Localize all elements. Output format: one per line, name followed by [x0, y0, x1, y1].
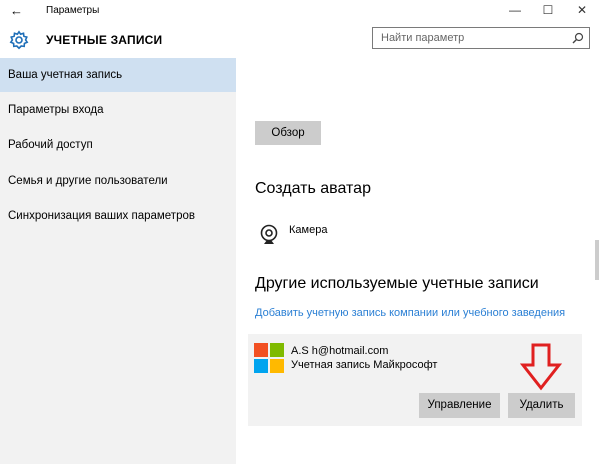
window-title: Параметры — [46, 5, 100, 16]
browse-button[interactable]: Обзор — [255, 121, 321, 145]
microsoft-logo-icon — [254, 343, 284, 373]
account-email: A.S h@hotmail.com — [291, 345, 389, 357]
camera-icon[interactable] — [259, 224, 279, 246]
create-avatar-heading: Создать аватар — [255, 180, 371, 197]
delete-button[interactable]: Удалить — [508, 393, 575, 418]
sidebar-item-your-account[interactable]: Ваша учетная запись — [0, 58, 236, 92]
sidebar-item-label: Рабочий доступ — [8, 139, 93, 151]
sidebar-item-sign-in-options[interactable]: Параметры входа — [0, 93, 236, 127]
back-arrow-icon[interactable]: ← — [10, 3, 23, 18]
scrollbar[interactable] — [595, 240, 599, 280]
gear-icon — [9, 30, 29, 50]
search-placeholder: Найти параметр — [381, 32, 465, 44]
sidebar-item-label: Синхронизация ваших параметров — [8, 210, 195, 222]
sidebar-item-label: Семья и другие пользователи — [8, 175, 168, 187]
section-title: УЧЕТНЫЕ ЗАПИСИ — [46, 33, 163, 47]
sidebar-item-sync-settings[interactable]: Синхронизация ваших параметров — [0, 199, 236, 233]
search-input[interactable]: Найти параметр — [372, 27, 590, 49]
sidebar-item-family-users[interactable]: Семья и другие пользователи — [0, 164, 236, 198]
add-work-account-link[interactable]: Добавить учетную запись компании или уче… — [255, 307, 565, 319]
sidebar-item-label: Ваша учетная запись — [8, 69, 123, 81]
arrow-down-annotation-icon — [520, 343, 562, 391]
minimize-icon[interactable]: — — [505, 3, 525, 17]
title-bar: ← Параметры — ☐ ✕ — [0, 0, 600, 22]
sidebar: Ваша учетная запись Параметры входа Рабо… — [0, 58, 236, 464]
camera-label[interactable]: Камера — [289, 224, 327, 236]
sidebar-item-work-access[interactable]: Рабочий доступ — [0, 128, 236, 162]
close-icon[interactable]: ✕ — [572, 3, 592, 17]
sidebar-item-label: Параметры входа — [8, 104, 104, 116]
other-accounts-heading: Другие используемые учетные записи — [255, 275, 539, 292]
search-icon[interactable] — [572, 32, 584, 44]
manage-button[interactable]: Управление — [419, 393, 500, 418]
maximize-icon[interactable]: ☐ — [538, 3, 558, 17]
account-type: Учетная запись Майкрософт — [291, 359, 438, 371]
